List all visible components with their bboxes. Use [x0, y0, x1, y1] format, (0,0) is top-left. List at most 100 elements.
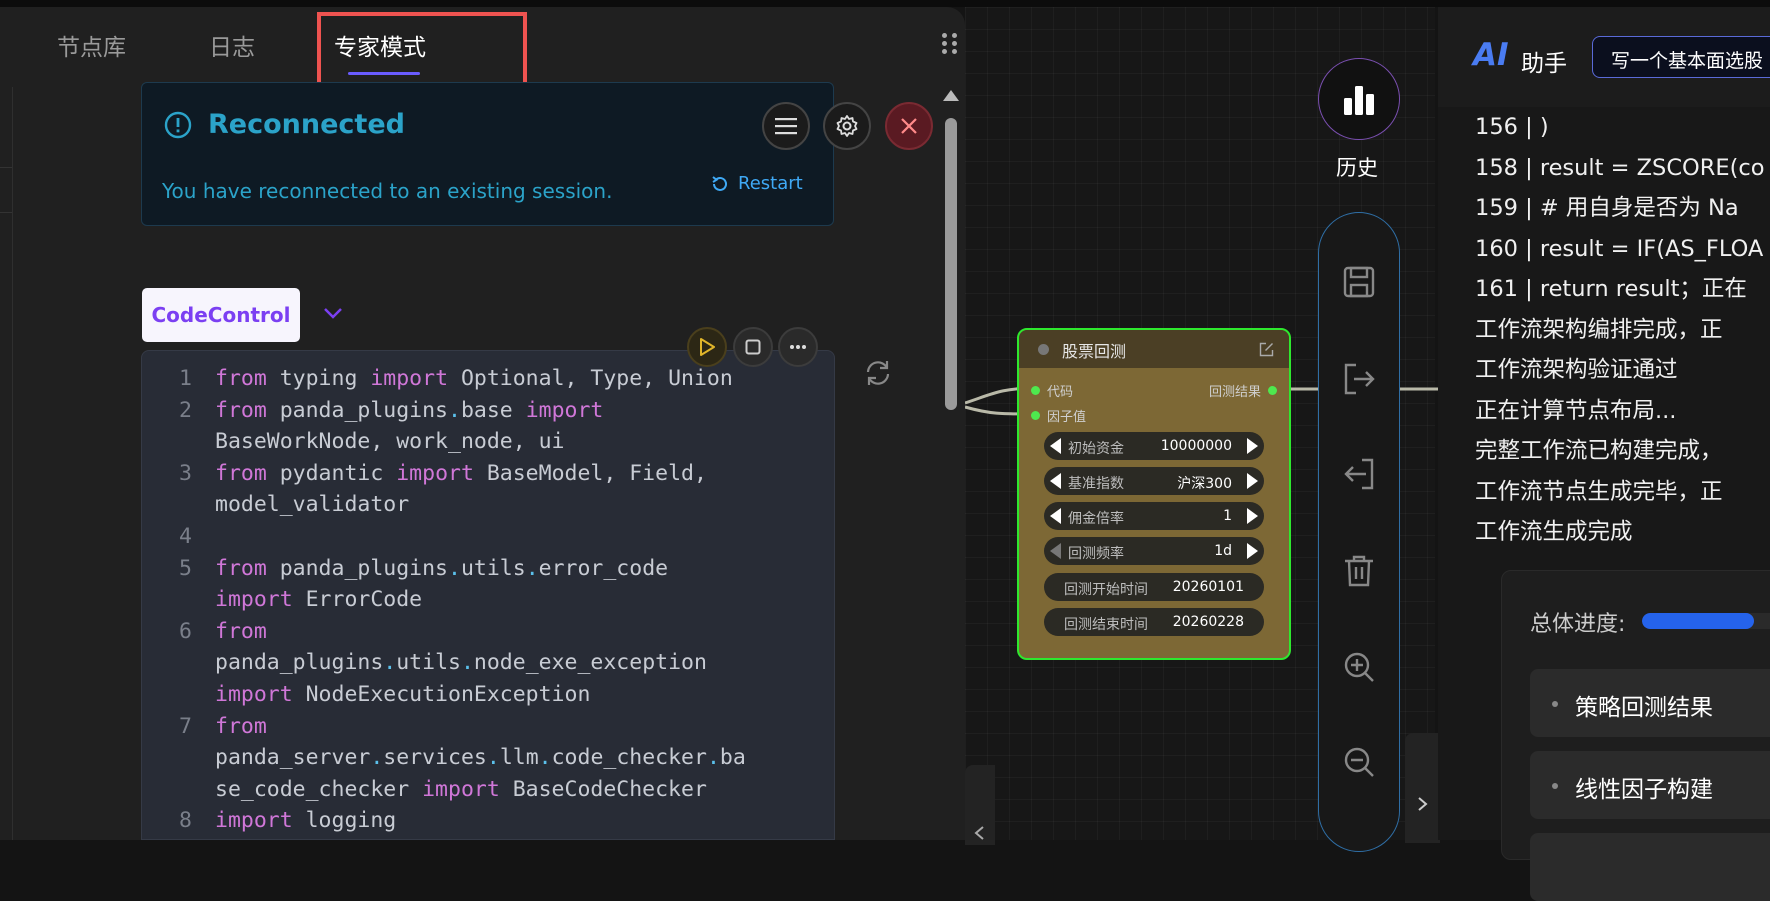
field-value: 10000000	[1160, 438, 1232, 454]
node-header[interactable]: 股票回测	[1019, 330, 1289, 368]
play-icon	[700, 338, 715, 356]
bullet-icon	[1552, 783, 1558, 789]
task-item[interactable]: 策略回测结果	[1530, 669, 1770, 737]
node-title: 股票回测	[1062, 342, 1127, 361]
initial-capital-stepper[interactable]: 初始资金 10000000	[1044, 432, 1264, 460]
code-line: 8 import logging	[142, 805, 834, 837]
increment-arrow-icon[interactable]	[1247, 473, 1258, 489]
progress-label: 总体进度:	[1530, 612, 1626, 637]
export-icon[interactable]	[1340, 360, 1378, 398]
code-line: 7 from	[142, 711, 834, 743]
commission-rate-stepper[interactable]: 佣金倍率 1	[1044, 502, 1264, 530]
field-value: 1	[1223, 508, 1232, 524]
field-label: 佣金倍率	[1068, 511, 1124, 527]
more-button[interactable]	[778, 327, 818, 367]
collapse-left-panel-button[interactable]	[965, 765, 995, 845]
code-text: se_code_checker import BaseCodeChecker	[215, 776, 707, 802]
backtest-end-field[interactable]: 回测结束时间 20260228	[1044, 608, 1264, 636]
history-label: 历史	[1336, 156, 1378, 180]
field-label: 初始资金	[1068, 441, 1124, 457]
menu-button[interactable]	[762, 102, 810, 150]
save-icon[interactable]	[1340, 263, 1378, 301]
drag-handle-icon[interactable]	[942, 33, 960, 55]
scroll-up-arrow[interactable]	[943, 90, 959, 101]
code-line: import NodeExecutionException	[142, 679, 834, 711]
ai-header: AI 助手 写一个基本面选股	[1438, 7, 1770, 107]
code-text: BaseWorkNode, work_node, ui	[215, 429, 565, 455]
more-icon	[790, 345, 806, 349]
stock-backtest-node[interactable]: 股票回测 代码 因子值 回测结果 初始资金 10000000 基准指数 沪深30…	[1017, 328, 1291, 660]
increment-arrow-icon[interactable]	[1247, 508, 1258, 524]
history-button[interactable]	[1318, 58, 1400, 140]
scrollbar-thumb[interactable]	[945, 118, 957, 410]
settings-button[interactable]	[823, 102, 871, 150]
code-line: 1 from typing import Optional, Type, Unio…	[142, 363, 834, 395]
tab-node-library[interactable]: 节点库	[57, 28, 126, 62]
progress-bar	[1642, 613, 1770, 629]
task-label: 策略回测结果	[1575, 695, 1713, 721]
log-line: 正在计算节点布局...	[1475, 397, 1677, 424]
output-port-result[interactable]	[1268, 386, 1277, 395]
bar-chart-icon	[1344, 86, 1374, 115]
stop-button[interactable]	[733, 327, 773, 367]
field-value: 20260101	[1172, 579, 1244, 595]
info-icon	[164, 111, 192, 139]
restart-button[interactable]: Restart	[710, 173, 803, 194]
line-number	[142, 584, 215, 616]
line-number: 2	[179, 397, 192, 423]
code-text: from	[215, 713, 267, 739]
code-line: panda_plugins.utils.node_exe_exception	[142, 647, 834, 679]
code-editor[interactable]: 1 from typing import Optional, Type, Unio…	[141, 350, 835, 840]
import-icon[interactable]	[1340, 455, 1378, 493]
input-port-factor[interactable]	[1031, 411, 1040, 420]
code-text: from	[215, 618, 267, 644]
log-line: 工作流生成完成	[1475, 519, 1633, 545]
code-line: 4	[142, 521, 834, 553]
output-port-label: 回测结果	[1208, 385, 1261, 400]
input-port-code-label: 代码	[1047, 385, 1074, 400]
code-text: import NodeExecutionException	[215, 681, 591, 707]
increment-arrow-icon[interactable]	[1247, 438, 1258, 454]
benchmark-index-stepper[interactable]: 基准指数 沪深300	[1044, 467, 1264, 495]
code-line: model_validator	[142, 489, 834, 521]
close-button[interactable]	[885, 102, 933, 150]
code-line: BaseWorkNode, work_node, ui	[142, 426, 834, 458]
increment-arrow-icon[interactable]	[1247, 543, 1258, 559]
code-line: 5 from panda_plugins.utils.error_code	[142, 553, 834, 585]
code-text: import logging	[215, 808, 397, 834]
zoom-in-icon[interactable]	[1340, 648, 1378, 686]
ai-prompt-input[interactable]: 写一个基本面选股	[1592, 36, 1770, 78]
line-number: 7	[179, 713, 192, 739]
zoom-out-icon[interactable]	[1340, 743, 1378, 781]
task-item[interactable]	[1530, 833, 1770, 901]
decrement-arrow-icon[interactable]	[1050, 473, 1061, 489]
tab-logs[interactable]: 日志	[209, 28, 255, 62]
decrement-arrow-icon[interactable]	[1050, 543, 1061, 559]
trash-icon[interactable]	[1340, 552, 1378, 590]
input-port-code[interactable]	[1031, 386, 1040, 395]
code-text: panda_server.services.llm.code_checker.b…	[215, 745, 746, 771]
log-line: 159 | # 用自身是否为 Na	[1475, 195, 1739, 221]
decrement-arrow-icon[interactable]	[1050, 508, 1061, 524]
chevron-down-icon[interactable]	[322, 302, 344, 324]
field-label: 基准指数	[1068, 476, 1124, 492]
code-control-button[interactable]: CodeControl	[142, 288, 300, 342]
code-text: panda_plugins.utils.node_exe_exception	[215, 650, 707, 676]
line-number: 8	[179, 808, 192, 834]
refresh-icon[interactable]	[863, 358, 893, 388]
code-lines: 1 from typing import Optional, Type, Unio…	[142, 363, 834, 837]
ai-assistant-panel: AI 助手 写一个基本面选股 156 | ) 158 | result = ZSC…	[1438, 7, 1770, 901]
decrement-arrow-icon[interactable]	[1050, 438, 1061, 454]
run-button[interactable]	[687, 327, 727, 367]
code-text: from pydantic import BaseModel, Field,	[215, 460, 707, 486]
task-item[interactable]: 线性因子构建	[1530, 751, 1770, 819]
backtest-frequency-stepper[interactable]: 回测频率 1d	[1044, 537, 1264, 565]
code-line: panda_server.services.llm.code_checker.b…	[142, 742, 834, 774]
notification-title: Reconnected	[208, 109, 405, 140]
backtest-start-field[interactable]: 回测开始时间 20260101	[1044, 573, 1264, 601]
collapse-right-panel-button[interactable]	[1405, 733, 1440, 843]
line-number	[142, 647, 215, 679]
edit-icon[interactable]	[1259, 342, 1274, 357]
gear-icon	[836, 115, 858, 137]
progress-card: 总体进度: 策略回测结果 线性因子构建	[1501, 570, 1770, 901]
